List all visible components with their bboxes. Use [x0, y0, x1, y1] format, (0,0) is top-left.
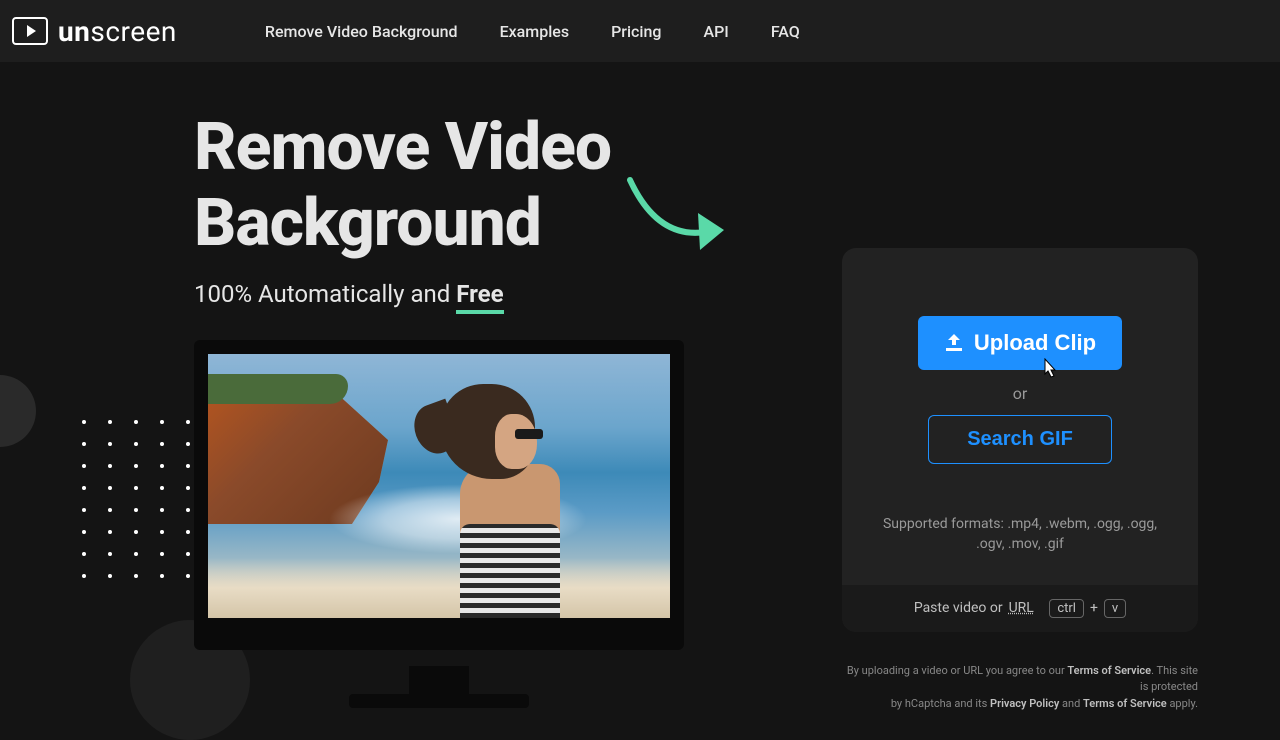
upload-clip-button[interactable]: Upload Clip — [918, 316, 1122, 370]
paste-url-label: URL — [1009, 600, 1034, 616]
nav-faq[interactable]: FAQ — [771, 22, 800, 41]
brand-text: unscreen — [58, 15, 177, 48]
legal-privacy-link[interactable]: Privacy Policy — [990, 697, 1059, 710]
legal-text: By uploading a video or URL you agree to… — [838, 663, 1198, 713]
upload-card: Upload Clip or Search GIF Supported form… — [842, 248, 1198, 632]
nav-remove-bg[interactable]: Remove Video Background — [265, 22, 458, 41]
decoration-quarter-circle — [0, 375, 36, 447]
kbd-v: v — [1104, 599, 1126, 618]
arrow-icon — [620, 175, 740, 265]
decoration-dots — [82, 420, 192, 580]
video-preview-monitor — [194, 340, 684, 650]
monitor-stand — [409, 666, 469, 698]
supported-formats-text: Supported formats: .mp4, .webm, .ogg, .o… — [872, 514, 1168, 555]
nav-examples[interactable]: Examples — [500, 22, 570, 41]
nav-api[interactable]: API — [703, 22, 728, 41]
paste-hint: Paste video or URL ctrl + v — [842, 585, 1198, 632]
kbd-ctrl: ctrl — [1049, 599, 1084, 618]
hero-subtitle: 100% Automatically and Free — [194, 280, 734, 308]
nav-links: Remove Video Background Examples Pricing… — [265, 22, 800, 41]
brand-logo[interactable]: unscreen — [12, 15, 177, 48]
or-separator: or — [872, 384, 1168, 403]
legal-tos-link[interactable]: Terms of Service — [1067, 664, 1151, 677]
upload-icon — [944, 334, 964, 352]
legal-tos2-link[interactable]: Terms of Service — [1083, 697, 1167, 710]
hero-free-highlight: Free — [456, 280, 503, 314]
header-nav: unscreen Remove Video Background Example… — [0, 0, 1280, 62]
search-gif-button[interactable]: Search GIF — [928, 415, 1112, 464]
video-preview-screen — [208, 354, 670, 618]
nav-pricing[interactable]: Pricing — [611, 22, 661, 41]
play-box-icon — [12, 17, 48, 45]
